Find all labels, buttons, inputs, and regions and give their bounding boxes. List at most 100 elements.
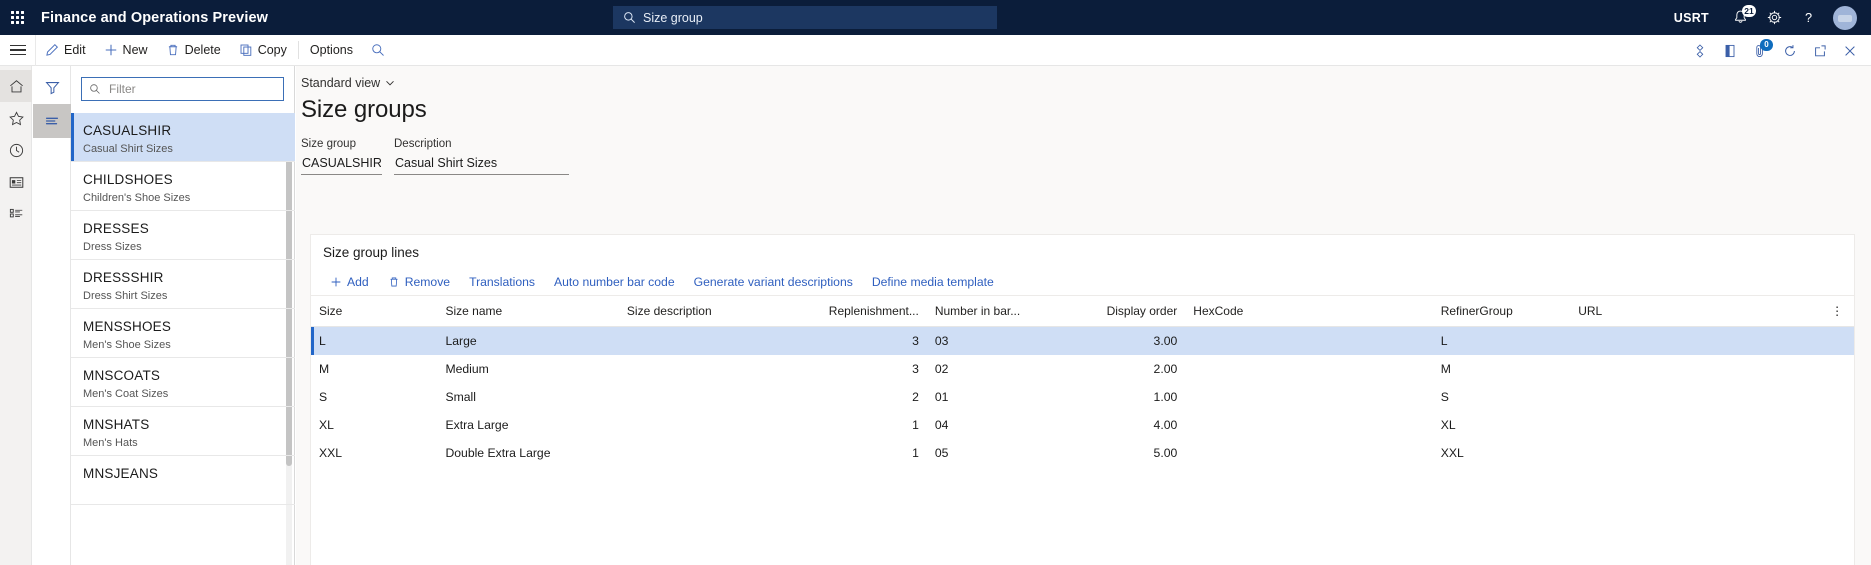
cell-replenishment[interactable]: 3 xyxy=(806,355,927,383)
edit-button[interactable]: Edit xyxy=(36,35,95,66)
cell-display-order[interactable]: 1.00 xyxy=(1031,383,1185,411)
cell-size-name[interactable]: Double Extra Large xyxy=(437,439,618,467)
cell-hexcode[interactable] xyxy=(1185,327,1432,356)
column-header-number-in-barcode[interactable]: Number in bar... xyxy=(927,296,1031,327)
cell-size-description[interactable] xyxy=(619,355,806,383)
list-item[interactable]: DRESSSHIR Dress Shirt Sizes xyxy=(71,260,295,309)
open-in-office-button[interactable] xyxy=(1715,35,1745,66)
view-selector[interactable]: Standard view xyxy=(301,76,395,90)
cell-url[interactable] xyxy=(1570,355,1823,383)
cell-url[interactable] xyxy=(1570,327,1823,356)
cell-refiner-group[interactable]: XXL xyxy=(1433,439,1570,467)
cell-replenishment[interactable]: 1 xyxy=(806,411,927,439)
cell-refiner-group[interactable]: L xyxy=(1433,327,1570,356)
cell-size-name[interactable]: Small xyxy=(437,383,618,411)
translations-button[interactable]: Translations xyxy=(460,270,544,294)
column-header-refiner-group[interactable]: RefinerGroup xyxy=(1433,296,1570,327)
table-row[interactable]: XXL Double Extra Large 1 05 5.00 XXL xyxy=(311,439,1854,467)
avatar[interactable] xyxy=(1833,6,1857,30)
copy-button[interactable]: Copy xyxy=(230,35,296,66)
cell-size-description[interactable] xyxy=(619,439,806,467)
size-group-input[interactable] xyxy=(301,154,382,175)
cell-url[interactable] xyxy=(1570,383,1823,411)
description-input[interactable] xyxy=(394,154,569,175)
list-item[interactable]: MNSCOATS Men's Coat Sizes xyxy=(71,358,295,407)
list-item[interactable]: CHILDSHOES Children's Shoe Sizes xyxy=(71,162,295,211)
cell-hexcode[interactable] xyxy=(1185,439,1432,467)
cell-size[interactable]: M xyxy=(311,355,437,383)
delete-button[interactable]: Delete xyxy=(157,35,230,66)
rail-item-modules[interactable] xyxy=(0,198,32,230)
attachments-button[interactable]: 0 xyxy=(1745,35,1775,66)
table-row[interactable]: XL Extra Large 1 04 4.00 XL xyxy=(311,411,1854,439)
column-header-replenishment[interactable]: Replenishment... xyxy=(806,296,927,327)
filter-pane-button[interactable] xyxy=(33,70,71,104)
grid-options-icon[interactable]: ⋮ xyxy=(1823,296,1854,327)
cell-size-name[interactable]: Medium xyxy=(437,355,618,383)
list-item[interactable]: MNSHATS Men's Hats xyxy=(71,407,295,456)
column-header-display-order[interactable]: Display order xyxy=(1031,296,1185,327)
cell-url[interactable] xyxy=(1570,439,1823,467)
cell-number-in-barcode[interactable]: 01 xyxy=(927,383,1031,411)
list-item[interactable]: MNSJEANS xyxy=(71,456,295,505)
cell-size-description[interactable] xyxy=(619,383,806,411)
cell-refiner-group[interactable]: S xyxy=(1433,383,1570,411)
refresh-button[interactable] xyxy=(1775,35,1805,66)
table-row[interactable]: L Large 3 03 3.00 L xyxy=(311,327,1854,356)
cell-size[interactable]: L xyxy=(311,327,437,356)
cell-replenishment[interactable]: 2 xyxy=(806,383,927,411)
cell-display-order[interactable]: 2.00 xyxy=(1031,355,1185,383)
cell-hexcode[interactable] xyxy=(1185,355,1432,383)
rail-item-recent[interactable] xyxy=(0,134,32,166)
share-button[interactable] xyxy=(1685,35,1715,66)
navigation-menu-button[interactable] xyxy=(0,35,36,66)
popout-button[interactable] xyxy=(1805,35,1835,66)
auto-number-bar-code-button[interactable]: Auto number bar code xyxy=(545,270,684,294)
column-header-size[interactable]: Size xyxy=(311,296,437,327)
notifications-button[interactable]: 21 xyxy=(1723,0,1757,35)
cell-url[interactable] xyxy=(1570,411,1823,439)
cell-number-in-barcode[interactable]: 02 xyxy=(927,355,1031,383)
new-button[interactable]: New xyxy=(95,35,157,66)
rail-item-home[interactable] xyxy=(0,70,32,102)
cell-size-name[interactable]: Extra Large xyxy=(437,411,618,439)
global-search-box[interactable]: Size group xyxy=(613,6,997,29)
list-item[interactable]: DRESSES Dress Sizes xyxy=(71,211,295,260)
table-row[interactable]: M Medium 3 02 2.00 M xyxy=(311,355,1854,383)
cell-display-order[interactable]: 4.00 xyxy=(1031,411,1185,439)
add-line-button[interactable]: Add xyxy=(321,270,378,294)
filter-input[interactable] xyxy=(107,81,267,97)
define-media-template-button[interactable]: Define media template xyxy=(863,270,1003,294)
help-button[interactable]: ? xyxy=(1791,0,1825,35)
column-header-url[interactable]: URL xyxy=(1570,296,1823,327)
cell-refiner-group[interactable]: XL xyxy=(1433,411,1570,439)
cell-hexcode[interactable] xyxy=(1185,411,1432,439)
cell-size[interactable]: XL xyxy=(311,411,437,439)
close-button[interactable] xyxy=(1835,35,1865,66)
list-item[interactable]: MENSSHOES Men's Shoe Sizes xyxy=(71,309,295,358)
cell-size-description[interactable] xyxy=(619,327,806,356)
cell-display-order[interactable]: 3.00 xyxy=(1031,327,1185,356)
list-item[interactable]: CASUALSHIR Casual Shirt Sizes xyxy=(71,113,295,162)
company-indicator[interactable]: USRT xyxy=(1674,11,1709,25)
column-header-size-description[interactable]: Size description xyxy=(619,296,806,327)
cell-replenishment[interactable]: 1 xyxy=(806,439,927,467)
cell-size-name[interactable]: Large xyxy=(437,327,618,356)
column-header-size-name[interactable]: Size name xyxy=(437,296,618,327)
cell-hexcode[interactable] xyxy=(1185,383,1432,411)
table-row[interactable]: S Small 2 01 1.00 S xyxy=(311,383,1854,411)
rail-item-favorites[interactable] xyxy=(0,102,32,134)
cell-refiner-group[interactable]: M xyxy=(1433,355,1570,383)
cell-replenishment[interactable]: 3 xyxy=(806,327,927,356)
list-filter-box[interactable] xyxy=(81,77,284,101)
cell-size-description[interactable] xyxy=(619,411,806,439)
cell-size[interactable]: XXL xyxy=(311,439,437,467)
app-launcher-button[interactable] xyxy=(0,0,35,35)
remove-line-button[interactable]: Remove xyxy=(379,270,459,294)
column-header-hexcode[interactable]: HexCode xyxy=(1185,296,1432,327)
options-button[interactable]: Options xyxy=(301,35,362,66)
cell-display-order[interactable]: 5.00 xyxy=(1031,439,1185,467)
generate-variant-descriptions-button[interactable]: Generate variant descriptions xyxy=(685,270,862,294)
command-search-button[interactable] xyxy=(362,35,394,66)
list-view-button[interactable] xyxy=(33,104,71,138)
